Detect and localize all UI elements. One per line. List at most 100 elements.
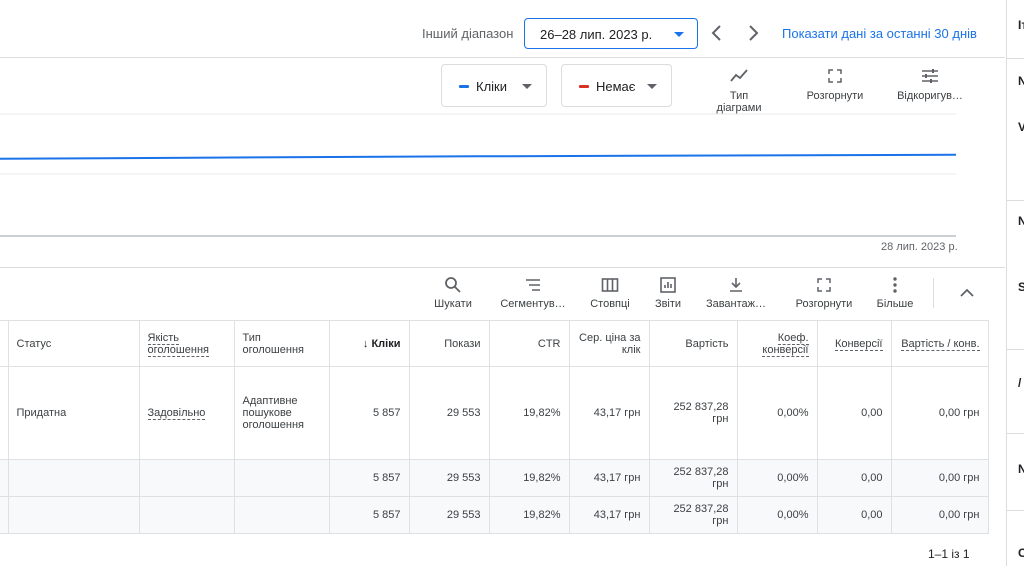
ctr-total-cell: 19,82% (489, 459, 570, 497)
conversions-total-cell: 0,00 (817, 459, 892, 497)
impressions-cell: 29 553 (409, 366, 490, 460)
header-label: Коеф. конверсії (762, 331, 809, 357)
impressions-total-cell: 29 553 (409, 459, 490, 497)
row-select-cell (0, 496, 9, 534)
date-range-select[interactable]: 26–28 лип. 2023 р. (524, 18, 698, 49)
header-label: CTR (537, 337, 561, 350)
column-header-cost-per-conv[interactable]: Вартість / конв. (891, 320, 989, 367)
column-header-impressions[interactable]: Покази (409, 320, 490, 367)
columns-icon (601, 278, 619, 292)
ad-quality-cell[interactable]: Задовільно (139, 366, 235, 460)
ctr-cell: 19,82% (489, 366, 570, 460)
side-panel-text: / (1018, 376, 1022, 390)
metric-label: Кліки (476, 79, 507, 94)
segment-button[interactable]: Сегментув… (496, 276, 570, 310)
more-button[interactable]: Більше (873, 276, 917, 310)
divider (1007, 58, 1024, 59)
reports-button[interactable]: Звіти (650, 276, 686, 310)
chevron-up-icon[interactable] (958, 286, 976, 300)
toolbar-label: Завантаж… (705, 298, 767, 310)
tool-label: Відкоригув… (897, 90, 963, 102)
side-panel-text: C (1018, 546, 1024, 560)
cost-per-conv-total-cell: 0,00 грн (891, 496, 989, 534)
segment-icon (526, 279, 540, 291)
columns-button[interactable]: Стовпці (585, 276, 635, 310)
empty-cell (139, 496, 235, 534)
column-header-conv-rate[interactable]: Коеф. конверсії (737, 320, 818, 367)
conversions-total-cell: 0,00 (817, 496, 892, 534)
column-header-cost[interactable]: Вартість (649, 320, 738, 367)
divider (1007, 433, 1024, 434)
table-header-row: Статус Якість оголошення Тип оголошення … (0, 320, 989, 367)
column-header-ad-quality[interactable]: Якість оголошення (139, 320, 235, 367)
metric-label: Немає (596, 79, 636, 94)
expand-icon (828, 69, 842, 83)
totals-row: 5 857 29 553 19,82% 43,17 грн 252 837,28… (0, 459, 989, 497)
tool-label: Розгорнути (806, 90, 864, 102)
avg-cpc-cell: 43,17 грн (569, 366, 650, 460)
header-label: Конверсії (834, 337, 883, 351)
cost-cell: 252 837,28 грн (649, 366, 738, 460)
metric-selector-none[interactable]: Немає (561, 64, 672, 107)
search-button[interactable]: Шукати (428, 276, 478, 310)
column-header-avg-cpc[interactable]: Сер. ціна за клік (569, 320, 650, 367)
toolbar-label: Розгорнути (795, 298, 853, 310)
line-chart (0, 113, 957, 237)
metric-selector-clicks[interactable]: Кліки (441, 64, 547, 107)
metric-color-swatch (459, 85, 469, 88)
table-row[interactable]: Придатна Задовільно Адаптивне пошукове о… (0, 366, 989, 460)
header-label: Статус (16, 337, 52, 350)
expand-chart-button[interactable]: Розгорнути (802, 68, 868, 102)
pagination-info: 1–1 із 1 (928, 547, 970, 561)
header-label: Вартість / конв. (901, 337, 980, 351)
column-header-conversions[interactable]: Конверсії (817, 320, 892, 367)
ctr-total-cell: 19,82% (489, 496, 570, 534)
side-panel-text: N (1018, 214, 1024, 228)
chevron-left-icon[interactable] (707, 22, 727, 44)
expand-table-button[interactable]: Розгорнути (790, 276, 858, 310)
header-label: Покази (444, 337, 481, 350)
adjust-chart-button[interactable]: Відкоригув… (894, 68, 966, 102)
empty-cell (234, 496, 330, 534)
more-vert-icon (893, 277, 897, 293)
show-last-30-days-link[interactable]: Показати дані за останні 30 днів (782, 26, 977, 41)
chevron-down-icon (674, 32, 684, 37)
expand-icon (817, 278, 831, 292)
download-button[interactable]: Завантаж… (700, 276, 772, 310)
clicks-cell: 5 857 (329, 366, 410, 460)
cost-per-conv-cell: 0,00 грн (891, 366, 989, 460)
side-panel-text: V (1018, 120, 1024, 134)
column-header-ad-type[interactable]: Тип оголошення (234, 320, 330, 367)
header-label: Сер. ціна за клік (579, 331, 641, 356)
tune-icon (922, 69, 938, 83)
clicks-total-cell: 5 857 (329, 459, 410, 497)
reports-icon (660, 277, 676, 293)
column-header-ctr[interactable]: CTR (489, 320, 570, 367)
status-cell: Придатна (8, 366, 140, 460)
avg-cpc-total-cell: 43,17 грн (569, 496, 650, 534)
chart-type-button[interactable]: Тип діаграми (713, 68, 765, 114)
toolbar-label: Звіти (654, 298, 682, 310)
date-range-bar: Інший діапазон 26–28 лип. 2023 р. Показа… (0, 0, 1005, 58)
date-range-value: 26–28 лип. 2023 р. (540, 27, 653, 42)
ad-quality-value: Задовільно (147, 407, 206, 420)
search-icon (445, 277, 461, 293)
column-header-clicks[interactable]: ↓ Кліки (329, 320, 410, 367)
download-icon (730, 278, 742, 292)
conversions-cell: 0,00 (817, 366, 892, 460)
cost-total-cell: 252 837,28 грн (649, 459, 738, 497)
conv-rate-cell: 0,00% (737, 366, 818, 460)
row-select-cell (0, 459, 9, 497)
table-toolbar: Шукати Сегментув… Стовпці Звіти Завантаж… (0, 267, 1005, 320)
cost-total-cell: 252 837,28 грн (649, 496, 738, 534)
side-panel-edge: Іт N V N S / N C (1006, 0, 1024, 566)
chart-type-icon (730, 69, 748, 82)
impressions-total-cell: 29 553 (409, 496, 490, 534)
cost-per-conv-total-cell: 0,00 грн (891, 459, 989, 497)
divider (1007, 510, 1024, 511)
chevron-right-icon[interactable] (743, 22, 763, 44)
conv-rate-total-cell: 0,00% (737, 459, 818, 497)
row-select-column (0, 320, 9, 367)
clicks-total-cell: 5 857 (329, 496, 410, 534)
column-header-status[interactable]: Статус (8, 320, 140, 367)
